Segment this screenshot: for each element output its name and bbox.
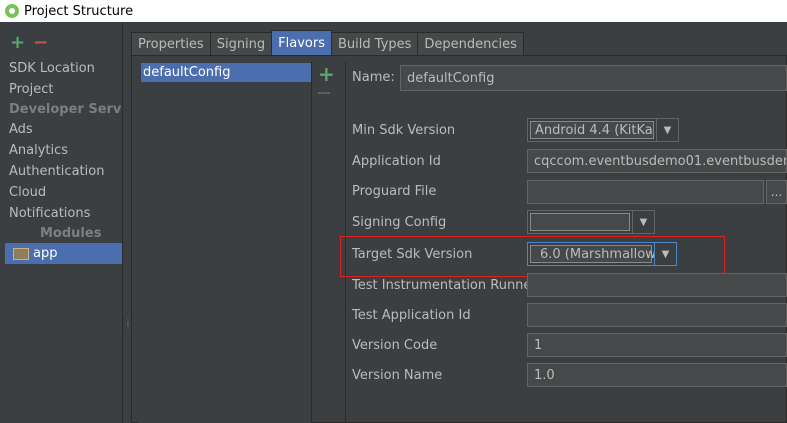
sidebar-section-modules: Modules [40, 226, 102, 241]
test-application-id-label: Test Application Id [352, 308, 471, 323]
sidebar-item-sdk-location[interactable]: SDK Location [9, 61, 95, 76]
version-name-field[interactable]: 1.0 [527, 363, 787, 387]
remove-icon[interactable]: − [33, 34, 48, 52]
chevron-down-icon[interactable]: ▼ [633, 210, 655, 234]
sidebar-item-app[interactable]: app [5, 243, 122, 264]
proguard-file-label: Proguard File [352, 184, 437, 199]
test-runner-label: Test Instrumentation Runner [352, 278, 537, 293]
tab-flavors[interactable]: Flavors [271, 30, 332, 55]
tab-properties[interactable]: Properties [131, 32, 211, 55]
tab-signing[interactable]: Signing [209, 32, 273, 55]
sidebar-toolbar: + − [10, 34, 48, 52]
target-sdk-combo[interactable]: 6.0 (Marshmallow) ▼ [527, 242, 677, 266]
add-flavor-icon[interactable]: + [318, 64, 335, 84]
flavor-item-defaultconfig[interactable]: defaultConfig [141, 63, 311, 82]
remove-flavor-icon[interactable] [318, 92, 330, 94]
min-sdk-label: Min Sdk Version [352, 123, 456, 138]
android-studio-icon [5, 4, 19, 18]
test-application-id-field[interactable] [527, 303, 787, 327]
version-code-field[interactable]: 1 [527, 333, 787, 357]
title-bar: Project Structure [0, 0, 787, 22]
min-sdk-combo[interactable]: Android 4.4 (KitKat) ▼ [527, 118, 679, 142]
proguard-file-field[interactable] [527, 180, 764, 204]
chevron-down-icon[interactable]: ▼ [655, 242, 677, 266]
tab-dependencies[interactable]: Dependencies [417, 32, 524, 55]
min-sdk-value: Android 4.4 (KitKat) [530, 121, 654, 139]
tab-build-types[interactable]: Build Types [331, 32, 419, 55]
application-id-label: Application Id [352, 154, 441, 169]
sidebar-item-notifications[interactable]: Notifications [9, 206, 90, 221]
sidebar-item-project[interactable]: Project [9, 82, 53, 97]
module-folder-icon [13, 247, 29, 260]
chevron-down-icon[interactable]: ▼ [657, 118, 679, 142]
sidebar-item-ads[interactable]: Ads [9, 122, 33, 137]
target-sdk-label: Target Sdk Version [352, 247, 473, 262]
tab-bar: Properties Signing Flavors Build Types D… [131, 30, 524, 55]
signing-config-value [530, 213, 630, 231]
signing-config-label: Signing Config [352, 215, 447, 230]
signing-config-combo[interactable]: ▼ [527, 210, 655, 234]
sidebar-section-developer-services: Developer Services [9, 102, 123, 117]
add-icon[interactable]: + [10, 34, 25, 52]
application-id-field[interactable]: cqccom.eventbusdemo01.eventbusdemo01 [527, 149, 787, 173]
window-title: Project Structure [24, 3, 134, 19]
test-runner-field[interactable] [527, 273, 787, 297]
sidebar-splitter[interactable] [122, 22, 126, 423]
sidebar-item-app-label: app [33, 246, 58, 261]
version-code-label: Version Code [352, 338, 438, 353]
splitter-grip-icon: ⋮ ⋮ [124, 317, 132, 330]
browse-button[interactable]: ... [766, 180, 787, 204]
sidebar-item-analytics[interactable]: Analytics [9, 143, 68, 158]
flavor-list[interactable] [139, 62, 312, 423]
version-name-label: Version Name [352, 368, 443, 383]
sidebar-item-authentication[interactable]: Authentication [9, 164, 104, 179]
name-field[interactable]: defaultConfig [400, 65, 787, 91]
target-sdk-value: 6.0 (Marshmallow) [530, 245, 654, 263]
name-label: Name: [352, 70, 395, 85]
sidebar-item-cloud[interactable]: Cloud [9, 185, 46, 200]
